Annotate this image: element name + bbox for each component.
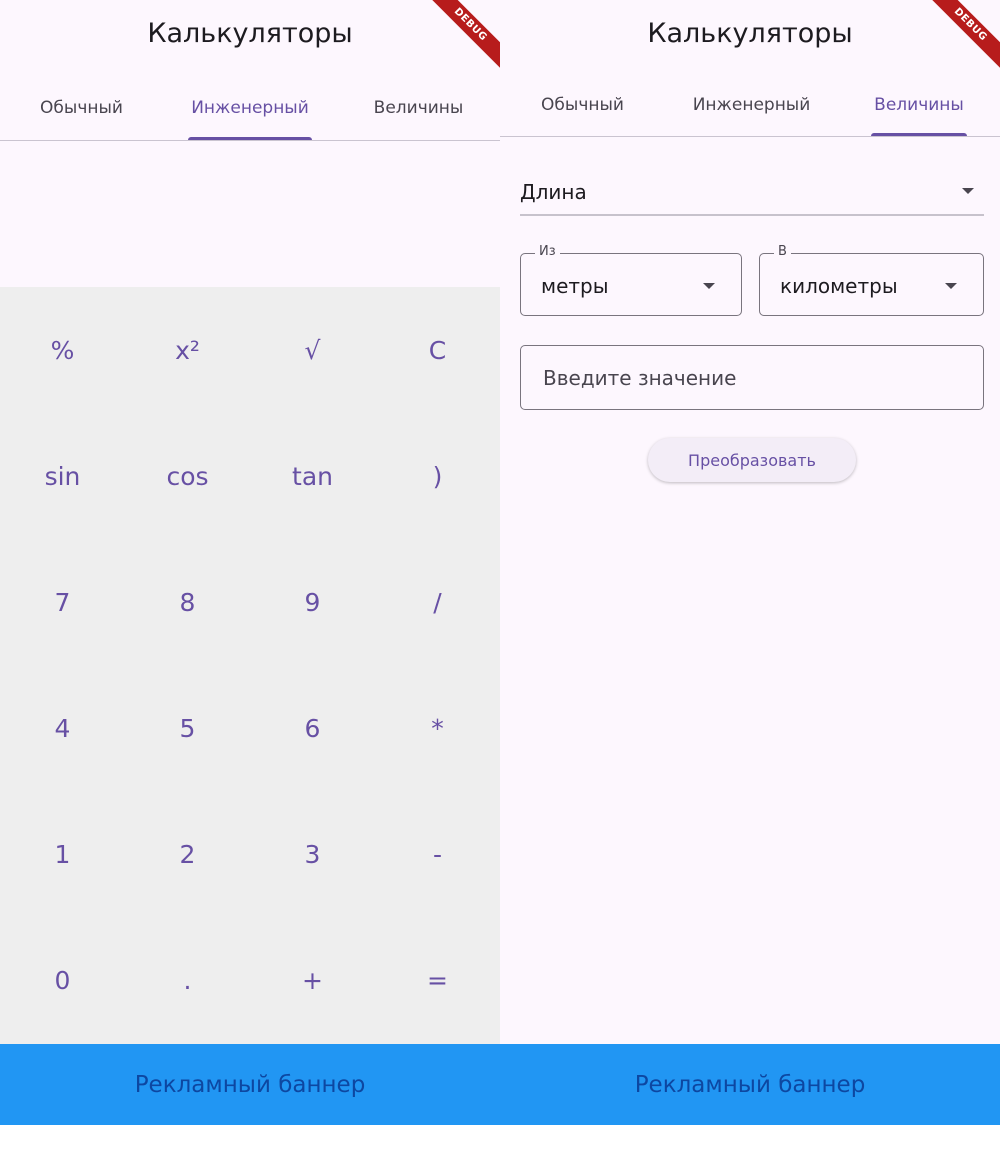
tab-regular[interactable]: Обычный <box>0 80 163 140</box>
ad-banner[interactable]: Рекламный баннер <box>0 1044 500 1125</box>
tab-bar: Обычный Инженерный Величины <box>500 78 1000 137</box>
key-3[interactable]: 3 <box>250 791 375 917</box>
key-tan[interactable]: tan <box>250 413 375 539</box>
key-multiply[interactable]: * <box>375 665 500 791</box>
dropdown-arrow-icon <box>945 283 957 289</box>
key-4[interactable]: 4 <box>0 665 125 791</box>
dropdown-arrow-icon <box>962 188 974 194</box>
key-0[interactable]: 0 <box>0 917 125 1043</box>
key-8[interactable]: 8 <box>125 539 250 665</box>
value-field <box>520 345 984 410</box>
tab-units[interactable]: Величины <box>838 78 1000 136</box>
key-decimal[interactable]: . <box>125 917 250 1043</box>
key-minus[interactable]: - <box>375 791 500 917</box>
key-sin[interactable]: sin <box>0 413 125 539</box>
key-7[interactable]: 7 <box>0 539 125 665</box>
to-unit-label: В <box>774 244 791 259</box>
key-6[interactable]: 6 <box>250 665 375 791</box>
tab-engineering[interactable]: Инженерный <box>163 80 337 140</box>
to-unit-value: километры <box>780 274 898 298</box>
quantity-dropdown[interactable]: Длина <box>520 168 984 216</box>
tab-regular[interactable]: Обычный <box>500 78 665 136</box>
key-close-paren[interactable]: ) <box>375 413 500 539</box>
key-5[interactable]: 5 <box>125 665 250 791</box>
dropdown-arrow-icon <box>703 283 715 289</box>
key-equals[interactable]: = <box>375 917 500 1043</box>
value-input[interactable] <box>541 360 965 396</box>
tab-label: Инженерный <box>191 98 309 118</box>
quantity-value: Длина <box>520 180 587 204</box>
tab-indicator <box>871 133 967 136</box>
key-square[interactable]: x² <box>125 287 250 413</box>
tab-units[interactable]: Величины <box>337 80 500 140</box>
key-cos[interactable]: cos <box>125 413 250 539</box>
keypad: % x² √ C sin cos tan ) 7 8 9 / 4 5 6 * 1… <box>0 287 500 1044</box>
key-sqrt[interactable]: √ <box>250 287 375 413</box>
tab-label: Величины <box>874 95 964 115</box>
convert-button[interactable]: Преобразовать <box>648 438 856 482</box>
key-1[interactable]: 1 <box>0 791 125 917</box>
engineering-calculator-screen: Калькуляторы DEBUG Обычный Инженерный Ве… <box>0 0 500 1125</box>
app-title: Калькуляторы <box>647 18 853 49</box>
tab-bar: Обычный Инженерный Величины <box>0 80 500 141</box>
tab-engineering[interactable]: Инженерный <box>665 78 838 136</box>
key-percent[interactable]: % <box>0 287 125 413</box>
to-unit-dropdown[interactable]: В километры <box>759 244 984 316</box>
key-plus[interactable]: + <box>250 917 375 1043</box>
tab-indicator <box>188 137 312 140</box>
app-title: Калькуляторы <box>147 18 353 49</box>
ad-banner[interactable]: Рекламный баннер <box>500 1044 1000 1125</box>
key-9[interactable]: 9 <box>250 539 375 665</box>
key-divide[interactable]: / <box>375 539 500 665</box>
from-unit-label: Из <box>535 244 560 259</box>
unit-converter-screen: Калькуляторы DEBUG Обычный Инженерный Ве… <box>500 0 1000 1125</box>
calculator-display <box>0 142 500 287</box>
from-unit-dropdown[interactable]: Из метры <box>520 244 742 316</box>
key-clear[interactable]: C <box>375 287 500 413</box>
key-2[interactable]: 2 <box>125 791 250 917</box>
from-unit-value: метры <box>541 274 609 298</box>
